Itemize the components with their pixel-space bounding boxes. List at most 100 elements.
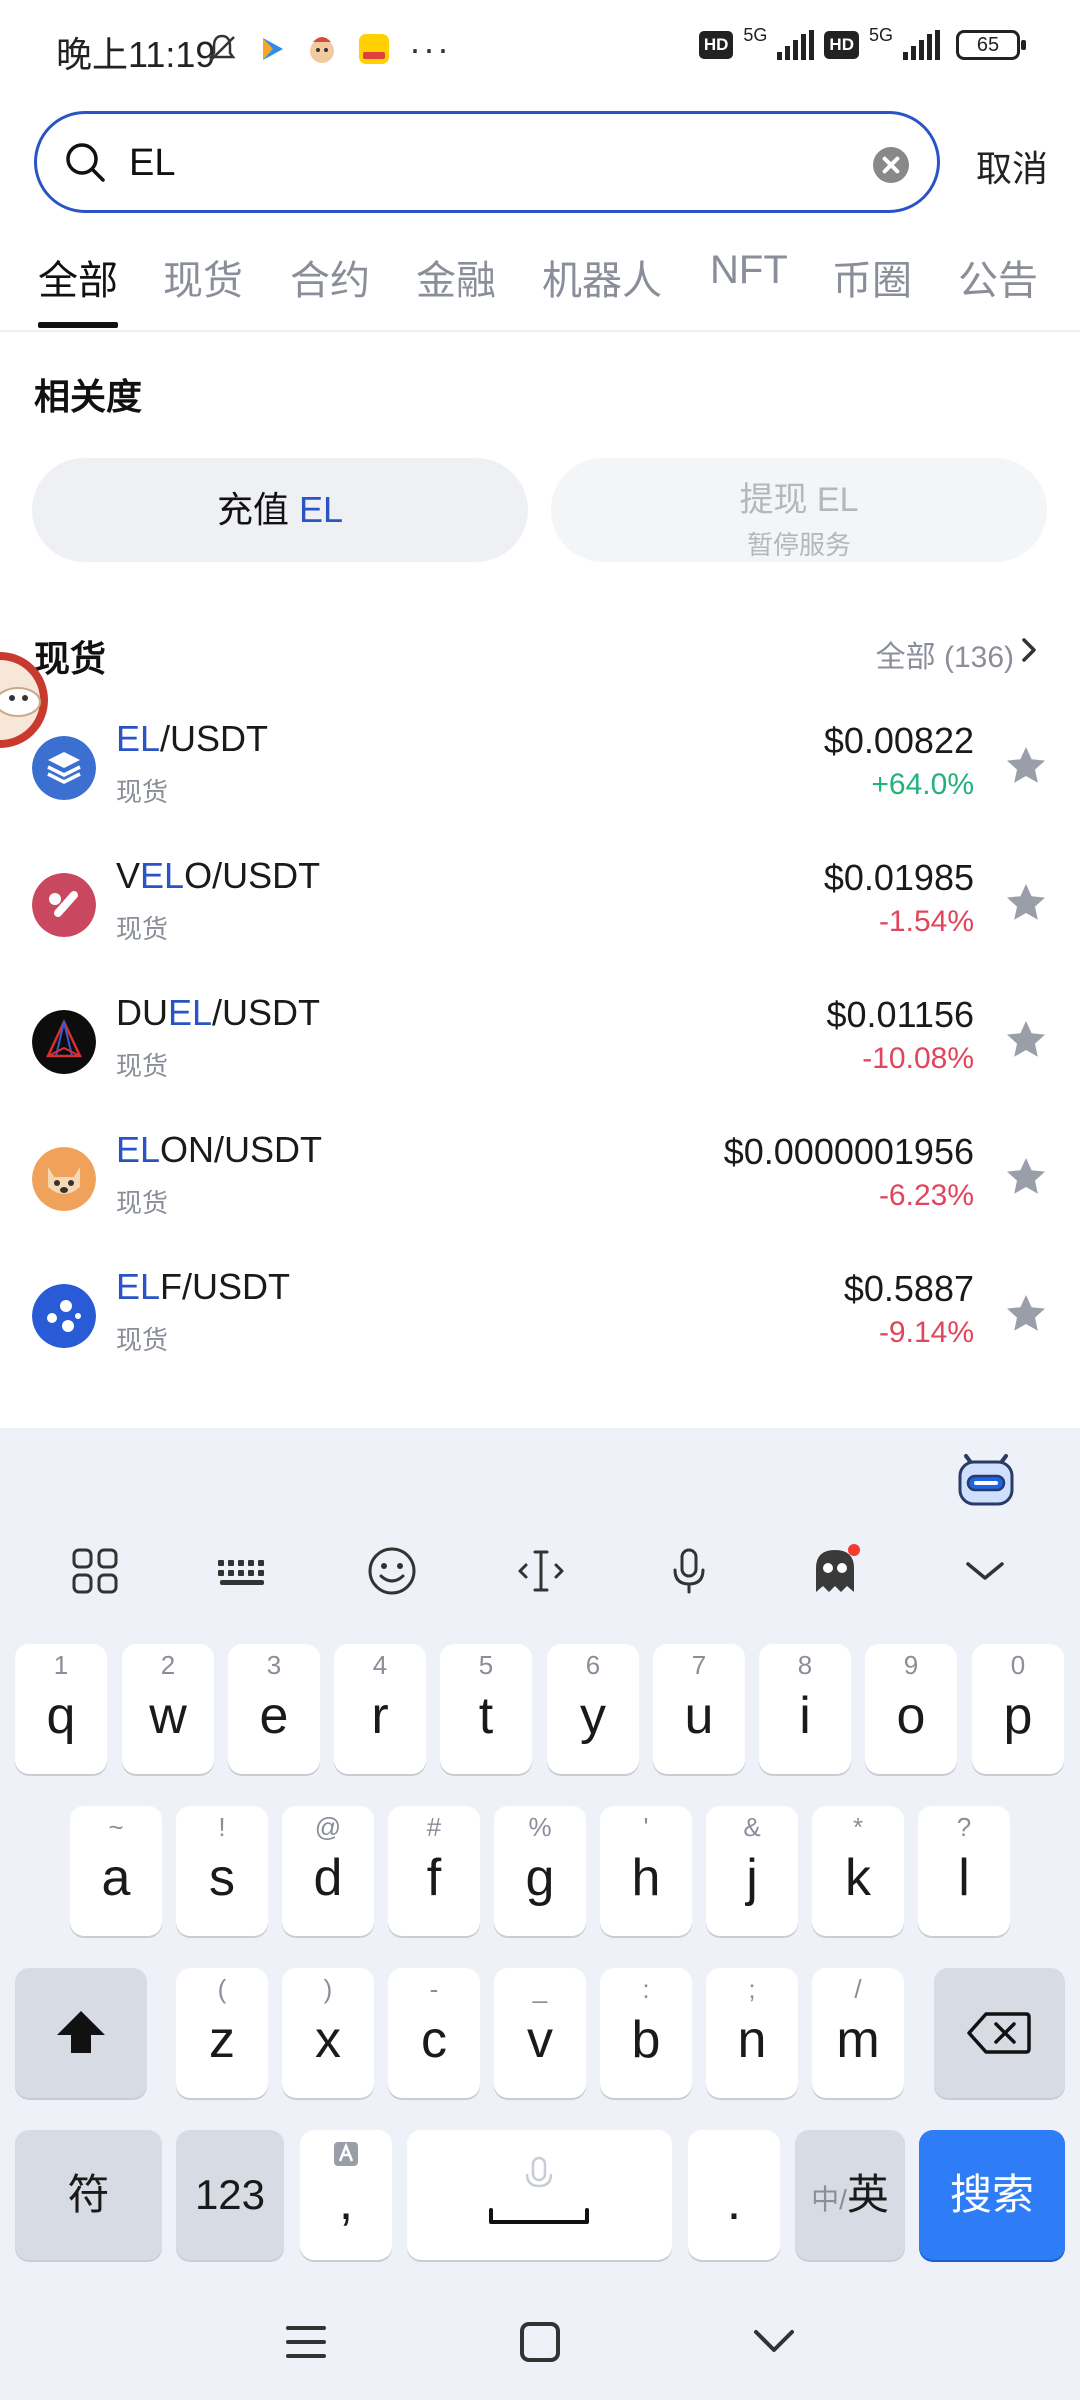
spot-view-all-link[interactable]: 全部 (136) [876, 632, 1014, 676]
key-o[interactable]: 9o [865, 1644, 957, 1774]
favorite-star-icon[interactable] [1004, 1292, 1048, 1336]
soft-keyboard: 1q 2w 3e 4r 5t 6y 7u 8i 9o 0p ~ a ! s @ d #… [0, 1428, 1080, 2400]
favorite-star-icon[interactable] [1004, 744, 1048, 788]
apps-grid-icon[interactable] [68, 1544, 122, 1598]
microphone-icon[interactable] [662, 1544, 716, 1598]
numbers-key[interactable]: 123 [176, 2130, 284, 2260]
deposit-button[interactable]: 充值 EL [32, 458, 528, 562]
dog-coin-icon [32, 1147, 96, 1211]
cursor-move-icon[interactable] [514, 1544, 568, 1598]
tab-bots[interactable]: 机器人 [542, 248, 662, 306]
key-d[interactable]: @ d [282, 1806, 374, 1936]
key-q[interactable]: 1q [15, 1644, 107, 1774]
tab-announcements[interactable]: 公告 [958, 248, 1038, 306]
key-k[interactable]: * k [812, 1806, 904, 1936]
period-key[interactable]: . [688, 2130, 780, 2260]
keyboard-toolbar [0, 1524, 1080, 1614]
key-r[interactable]: 4r [334, 1644, 426, 1774]
play-app-icon [263, 38, 283, 60]
active-tab-indicator [38, 322, 118, 328]
price: $0.01985 [823, 857, 974, 898]
market-type: 现货 [116, 1325, 169, 1355]
status-notifications: ··· [205, 28, 451, 70]
space-key[interactable] [407, 2130, 672, 2260]
price-change: -10.08% [862, 1042, 974, 1075]
clear-search-icon[interactable] [873, 147, 909, 183]
spot-row[interactable]: DUEL/USDT 现货 $0.01156 -10.08% [0, 988, 1080, 1125]
tab-futures[interactable]: 合约 [290, 248, 370, 306]
spot-row[interactable]: VELO/USDT 现货 $0.01985 -1.54% [0, 851, 1080, 988]
key-y[interactable]: 6y [547, 1644, 639, 1774]
favorite-star-icon[interactable] [1004, 881, 1048, 925]
key-t[interactable]: 5t [440, 1644, 532, 1774]
shift-icon [57, 2011, 105, 2053]
signal-icon-2 [903, 30, 940, 60]
home-icon[interactable] [510, 2312, 570, 2372]
backspace-key[interactable] [934, 1968, 1065, 2098]
key-x[interactable]: ) x [282, 1968, 374, 2098]
cancel-button[interactable]: 取消 [976, 140, 1048, 192]
key-v[interactable]: _ v [494, 1968, 586, 2098]
key-u[interactable]: 7u [653, 1644, 745, 1774]
price-change: -6.23% [878, 1179, 974, 1212]
key-a[interactable]: ~ a [70, 1806, 162, 1936]
keyboard-mascot-icon[interactable] [954, 1446, 1018, 1510]
pair-name: DUEL/USDT [116, 992, 321, 1033]
spot-row[interactable]: ELON/USDT 现货 $0.0000001956 -6.23% [0, 1125, 1080, 1262]
tab-nft[interactable]: NFT [710, 248, 788, 293]
market-type: 现货 [116, 914, 169, 944]
tab-spot[interactable]: 现货 [163, 248, 243, 306]
key-g[interactable]: % g [494, 1806, 586, 1936]
key-p[interactable]: 0p [972, 1644, 1064, 1774]
favorite-star-icon[interactable] [1004, 1155, 1048, 1199]
spot-row[interactable]: ELF/USDT 现货 $0.5887 -9.14% [0, 1262, 1080, 1399]
search-input[interactable] [129, 140, 829, 186]
key-b[interactable]: :b [600, 1968, 692, 2098]
spot-row[interactable]: EL/USDT 现货 $0.00822 +64.0% [0, 714, 1080, 851]
favorite-star-icon[interactable] [1004, 1018, 1048, 1062]
velo-coin-icon [32, 873, 96, 937]
keyboard-layout-icon[interactable] [216, 1544, 270, 1598]
shift-key[interactable] [15, 1968, 147, 2098]
tab-crypto-circle[interactable]: 币圈 [832, 248, 912, 306]
keyboard-search-key[interactable]: 搜索 [919, 2130, 1065, 2260]
key-h[interactable]: ' h [600, 1806, 692, 1936]
back-chevron-icon[interactable] [744, 2312, 804, 2372]
space-voice-icon [489, 2156, 589, 2224]
symbols-key[interactable]: 符 [15, 2130, 162, 2260]
key-i[interactable]: 8i [759, 1644, 851, 1774]
market-type: 现货 [116, 1051, 169, 1081]
key-c[interactable]: -c [388, 1968, 480, 2098]
language-switch-key[interactable]: 中/英 [795, 2130, 905, 2260]
key-w[interactable]: 2w [122, 1644, 214, 1774]
relevance-heading: 相关度 [34, 376, 143, 417]
comma-key[interactable]: , [300, 2130, 392, 2260]
deposit-token: EL [298, 489, 344, 530]
menu-icon[interactable] [276, 2312, 336, 2372]
tab-all[interactable]: 全部 [38, 248, 118, 306]
duel-coin-icon [32, 1010, 96, 1074]
key-f[interactable]: # f [388, 1806, 480, 1936]
market-type: 现货 [116, 777, 169, 807]
price: $0.01156 [826, 994, 974, 1035]
key-j[interactable]: & j [706, 1806, 798, 1936]
withdraw-label: 提现 EL [739, 481, 859, 519]
search-icon [66, 143, 105, 182]
emoji-icon[interactable] [365, 1544, 419, 1598]
ghost-ai-icon[interactable] [808, 1544, 862, 1598]
key-l[interactable]: ? l [918, 1806, 1010, 1936]
chevron-right-icon[interactable] [1018, 636, 1040, 664]
price-change: -1.54% [878, 905, 974, 938]
text-format-icon [334, 2142, 358, 2166]
tab-finance[interactable]: 金融 [416, 248, 496, 306]
key-z[interactable]: (z [176, 1968, 268, 2098]
layers-coin-icon [32, 736, 96, 800]
pair-name: VELO/USDT [116, 855, 321, 896]
key-m[interactable]: / m [812, 1968, 904, 2098]
key-s[interactable]: ! s [176, 1806, 268, 1936]
withdraw-status: 暂停服务 [746, 530, 851, 560]
key-n[interactable]: ; n [706, 1968, 798, 2098]
search-bar[interactable] [34, 111, 940, 213]
chevron-down-icon[interactable] [958, 1544, 1012, 1598]
key-e[interactable]: 3e [228, 1644, 320, 1774]
